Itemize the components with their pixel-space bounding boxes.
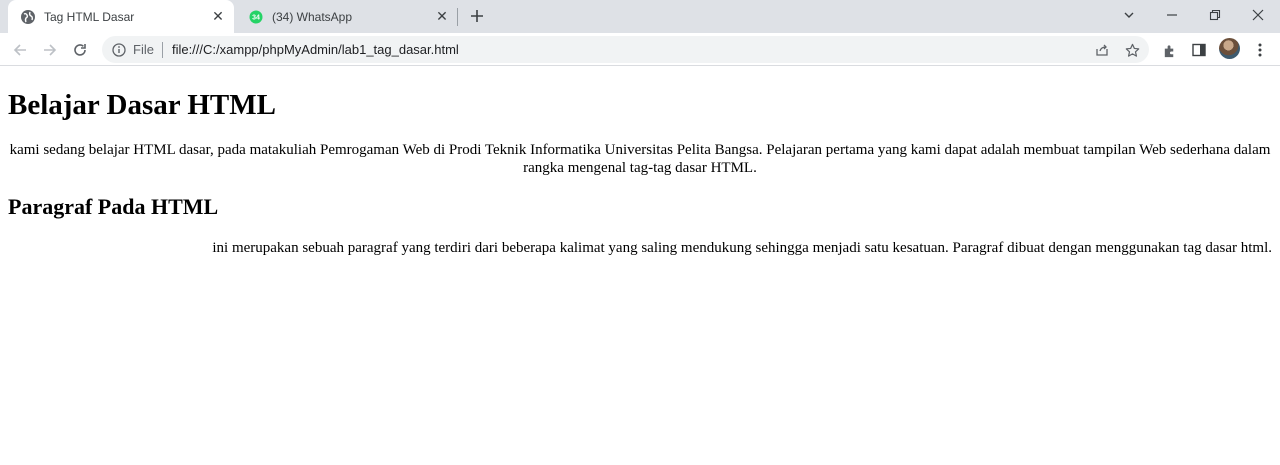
forward-button[interactable] (37, 37, 63, 63)
scheme-label: File (133, 42, 154, 57)
info-icon[interactable] (111, 42, 127, 58)
back-button[interactable] (7, 37, 33, 63)
close-tab-icon[interactable]: ✕ (210, 8, 226, 25)
reload-button[interactable] (67, 37, 93, 63)
minimize-icon (1167, 14, 1177, 16)
chevron-down-icon (1124, 12, 1134, 18)
new-tab-button[interactable] (466, 5, 488, 27)
plus-icon (471, 10, 483, 22)
omnibox-divider (161, 41, 163, 58)
tab-whatsapp[interactable]: 34 (34) WhatsApp ✕ (236, 0, 458, 33)
tab-divider (457, 8, 458, 26)
whatsapp-badge: 34 (252, 14, 260, 21)
close-tab-icon[interactable]: ✕ (434, 8, 450, 25)
restore-button[interactable] (1193, 0, 1237, 30)
extensions-icon[interactable] (1160, 41, 1178, 59)
url-text[interactable]: file:///C:/xampp/phpMyAdmin/lab1_tag_das… (172, 42, 459, 57)
tab-title: (34) WhatsApp (272, 9, 353, 24)
page-content: Belajar Dasar HTML kami sedang belajar H… (0, 67, 1280, 465)
tab-tag-html-dasar[interactable]: Tag HTML Dasar ✕ (8, 0, 234, 33)
globe-icon (20, 9, 36, 25)
address-bar[interactable]: File file:///C:/xampp/phpMyAdmin/lab1_ta… (102, 36, 1149, 63)
share-icon[interactable] (1093, 41, 1111, 59)
tab-search-button[interactable] (1107, 0, 1151, 30)
whatsapp-icon: 34 (248, 9, 264, 25)
arrow-left-icon (13, 44, 26, 56)
reload-icon (74, 44, 86, 56)
intro-paragraph: kami sedang belajar HTML dasar, pada mat… (9, 142, 1271, 176)
arrow-right-icon (44, 44, 57, 56)
side-panel-icon[interactable] (1190, 41, 1208, 59)
more-menu-icon[interactable] (1251, 41, 1269, 59)
tab-title: Tag HTML Dasar (44, 9, 135, 24)
close-icon (1252, 9, 1264, 21)
minimize-button[interactable] (1150, 0, 1194, 30)
page-heading: Belajar Dasar HTML (8, 89, 276, 121)
close-window-button[interactable] (1236, 0, 1280, 30)
right-aligned-paragraph: ini merupakan sebuah paragraf yang terdi… (212, 240, 1272, 256)
section-heading: Paragraf Pada HTML (8, 194, 219, 219)
browser-toolbar: File file:///C:/xampp/phpMyAdmin/lab1_ta… (0, 33, 1280, 66)
star-icon[interactable] (1123, 41, 1141, 59)
restore-icon (1209, 9, 1221, 21)
profile-avatar[interactable] (1219, 38, 1240, 59)
tab-strip: Tag HTML Dasar ✕ 34 (34) WhatsApp ✕ (0, 0, 1280, 33)
